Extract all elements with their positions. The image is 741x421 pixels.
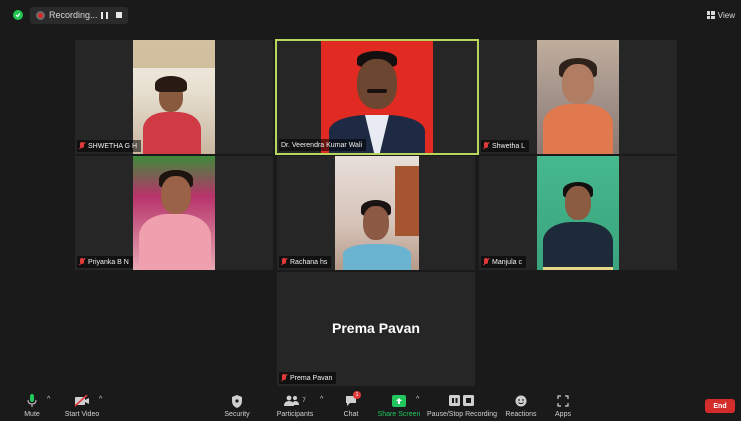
participant-name: Prema Pavan bbox=[290, 374, 333, 382]
participants-count: 7 bbox=[302, 398, 306, 404]
reactions-smiley-icon bbox=[515, 393, 527, 409]
participant-tile[interactable]: Rachana hs bbox=[277, 156, 475, 270]
participant-name: Dr. Veerendra Kumar Wali bbox=[281, 141, 363, 149]
video-options-caret-icon[interactable]: ^ bbox=[99, 396, 102, 403]
participant-video bbox=[537, 156, 619, 270]
chat-unread-badge: 1 bbox=[353, 391, 361, 399]
apps-icon bbox=[557, 393, 569, 409]
video-off-icon bbox=[74, 393, 90, 409]
audio-options-caret-icon[interactable]: ^ bbox=[47, 396, 50, 403]
start-video-label: Start Video bbox=[64, 411, 100, 418]
gallery-grid-icon bbox=[706, 11, 715, 19]
participant-tile[interactable]: Manjula c bbox=[479, 156, 677, 270]
pause-stop-recording-button[interactable]: Pause/Stop Recording bbox=[426, 390, 498, 421]
pause-stop-recording-label: Pause/Stop Recording bbox=[426, 411, 498, 418]
muted-mic-icon bbox=[79, 258, 85, 266]
participant-tile-active-speaker[interactable]: Dr. Veerendra Kumar Wali bbox=[275, 39, 479, 155]
view-label: View bbox=[717, 10, 735, 20]
share-options-caret-icon[interactable]: ^ bbox=[416, 396, 419, 403]
participant-name: Shwetha L bbox=[492, 142, 526, 150]
muted-mic-icon bbox=[281, 258, 287, 266]
share-screen-button[interactable]: Share Screen bbox=[377, 390, 421, 421]
reactions-label: Reactions bbox=[505, 411, 537, 418]
participant-name: SHWETHA G H bbox=[88, 142, 138, 150]
participants-icon: 7 bbox=[284, 393, 306, 409]
reactions-button[interactable]: Reactions bbox=[505, 390, 537, 421]
muted-mic-icon bbox=[281, 374, 287, 382]
meeting-top-bar: Recording... View bbox=[0, 0, 741, 30]
participant-name-tag: Dr. Veerendra Kumar Wali bbox=[279, 139, 367, 151]
participant-tile[interactable]: SHWETHA G H bbox=[75, 40, 273, 154]
participant-tile[interactable]: Priyanka B N bbox=[75, 156, 273, 270]
apps-label: Apps bbox=[555, 411, 571, 418]
security-button[interactable]: Security bbox=[224, 390, 250, 421]
participant-name: Rachana hs bbox=[290, 258, 328, 266]
encryption-shield-icon[interactable] bbox=[13, 10, 23, 20]
participant-name-tag: SHWETHA G H bbox=[77, 140, 142, 152]
participant-video bbox=[321, 41, 433, 153]
participant-name-tag: Prema Pavan bbox=[279, 372, 337, 384]
participant-video bbox=[537, 40, 619, 154]
security-label: Security bbox=[224, 411, 250, 418]
microphone-icon bbox=[27, 393, 37, 409]
recording-indicator: Recording... bbox=[30, 7, 128, 24]
mute-label: Mute bbox=[24, 411, 40, 418]
recording-dot-icon bbox=[36, 11, 45, 20]
muted-mic-icon bbox=[483, 142, 489, 150]
apps-button[interactable]: Apps bbox=[553, 390, 573, 421]
start-video-button[interactable]: Start Video bbox=[64, 390, 100, 421]
participant-name-tag: Rachana hs bbox=[279, 256, 332, 268]
pause-stop-icon bbox=[449, 393, 475, 409]
participant-display-name: Prema Pavan bbox=[332, 320, 420, 336]
mute-button[interactable]: Mute bbox=[20, 390, 44, 421]
participant-video bbox=[133, 40, 215, 154]
security-shield-icon bbox=[231, 393, 243, 409]
participants-label: Participants bbox=[276, 411, 314, 418]
participant-tile[interactable]: Shwetha L bbox=[479, 40, 677, 154]
share-screen-label: Share Screen bbox=[377, 411, 421, 418]
share-screen-icon bbox=[392, 393, 406, 409]
participant-name: Priyanka B N bbox=[88, 258, 129, 266]
participant-name-tag: Shwetha L bbox=[481, 140, 530, 152]
participant-name-tag: Manjula c bbox=[481, 256, 526, 268]
chat-bubble-icon: 1 bbox=[345, 391, 361, 409]
participants-options-caret-icon[interactable]: ^ bbox=[320, 396, 323, 403]
participant-name-tag: Priyanka B N bbox=[77, 256, 133, 268]
meeting-toolbar: Mute ^ Start Video ^ Security 7 Particip… bbox=[0, 390, 741, 421]
chat-button[interactable]: 1 Chat bbox=[340, 390, 362, 421]
participant-name: Manjula c bbox=[492, 258, 522, 266]
participants-button[interactable]: 7 Participants bbox=[276, 390, 314, 421]
participant-video bbox=[133, 156, 215, 270]
pause-recording-icon[interactable] bbox=[101, 12, 108, 19]
muted-mic-icon bbox=[483, 258, 489, 266]
participant-video bbox=[335, 156, 419, 270]
recording-label: Recording... bbox=[49, 10, 98, 20]
stop-recording-icon[interactable] bbox=[116, 12, 122, 18]
view-button[interactable]: View bbox=[706, 8, 735, 22]
chat-label: Chat bbox=[343, 411, 359, 418]
end-meeting-button[interactable]: End bbox=[705, 399, 735, 413]
participant-tile-video-off[interactable]: Prema Pavan Prema Pavan bbox=[277, 272, 475, 386]
muted-mic-icon bbox=[79, 142, 85, 150]
